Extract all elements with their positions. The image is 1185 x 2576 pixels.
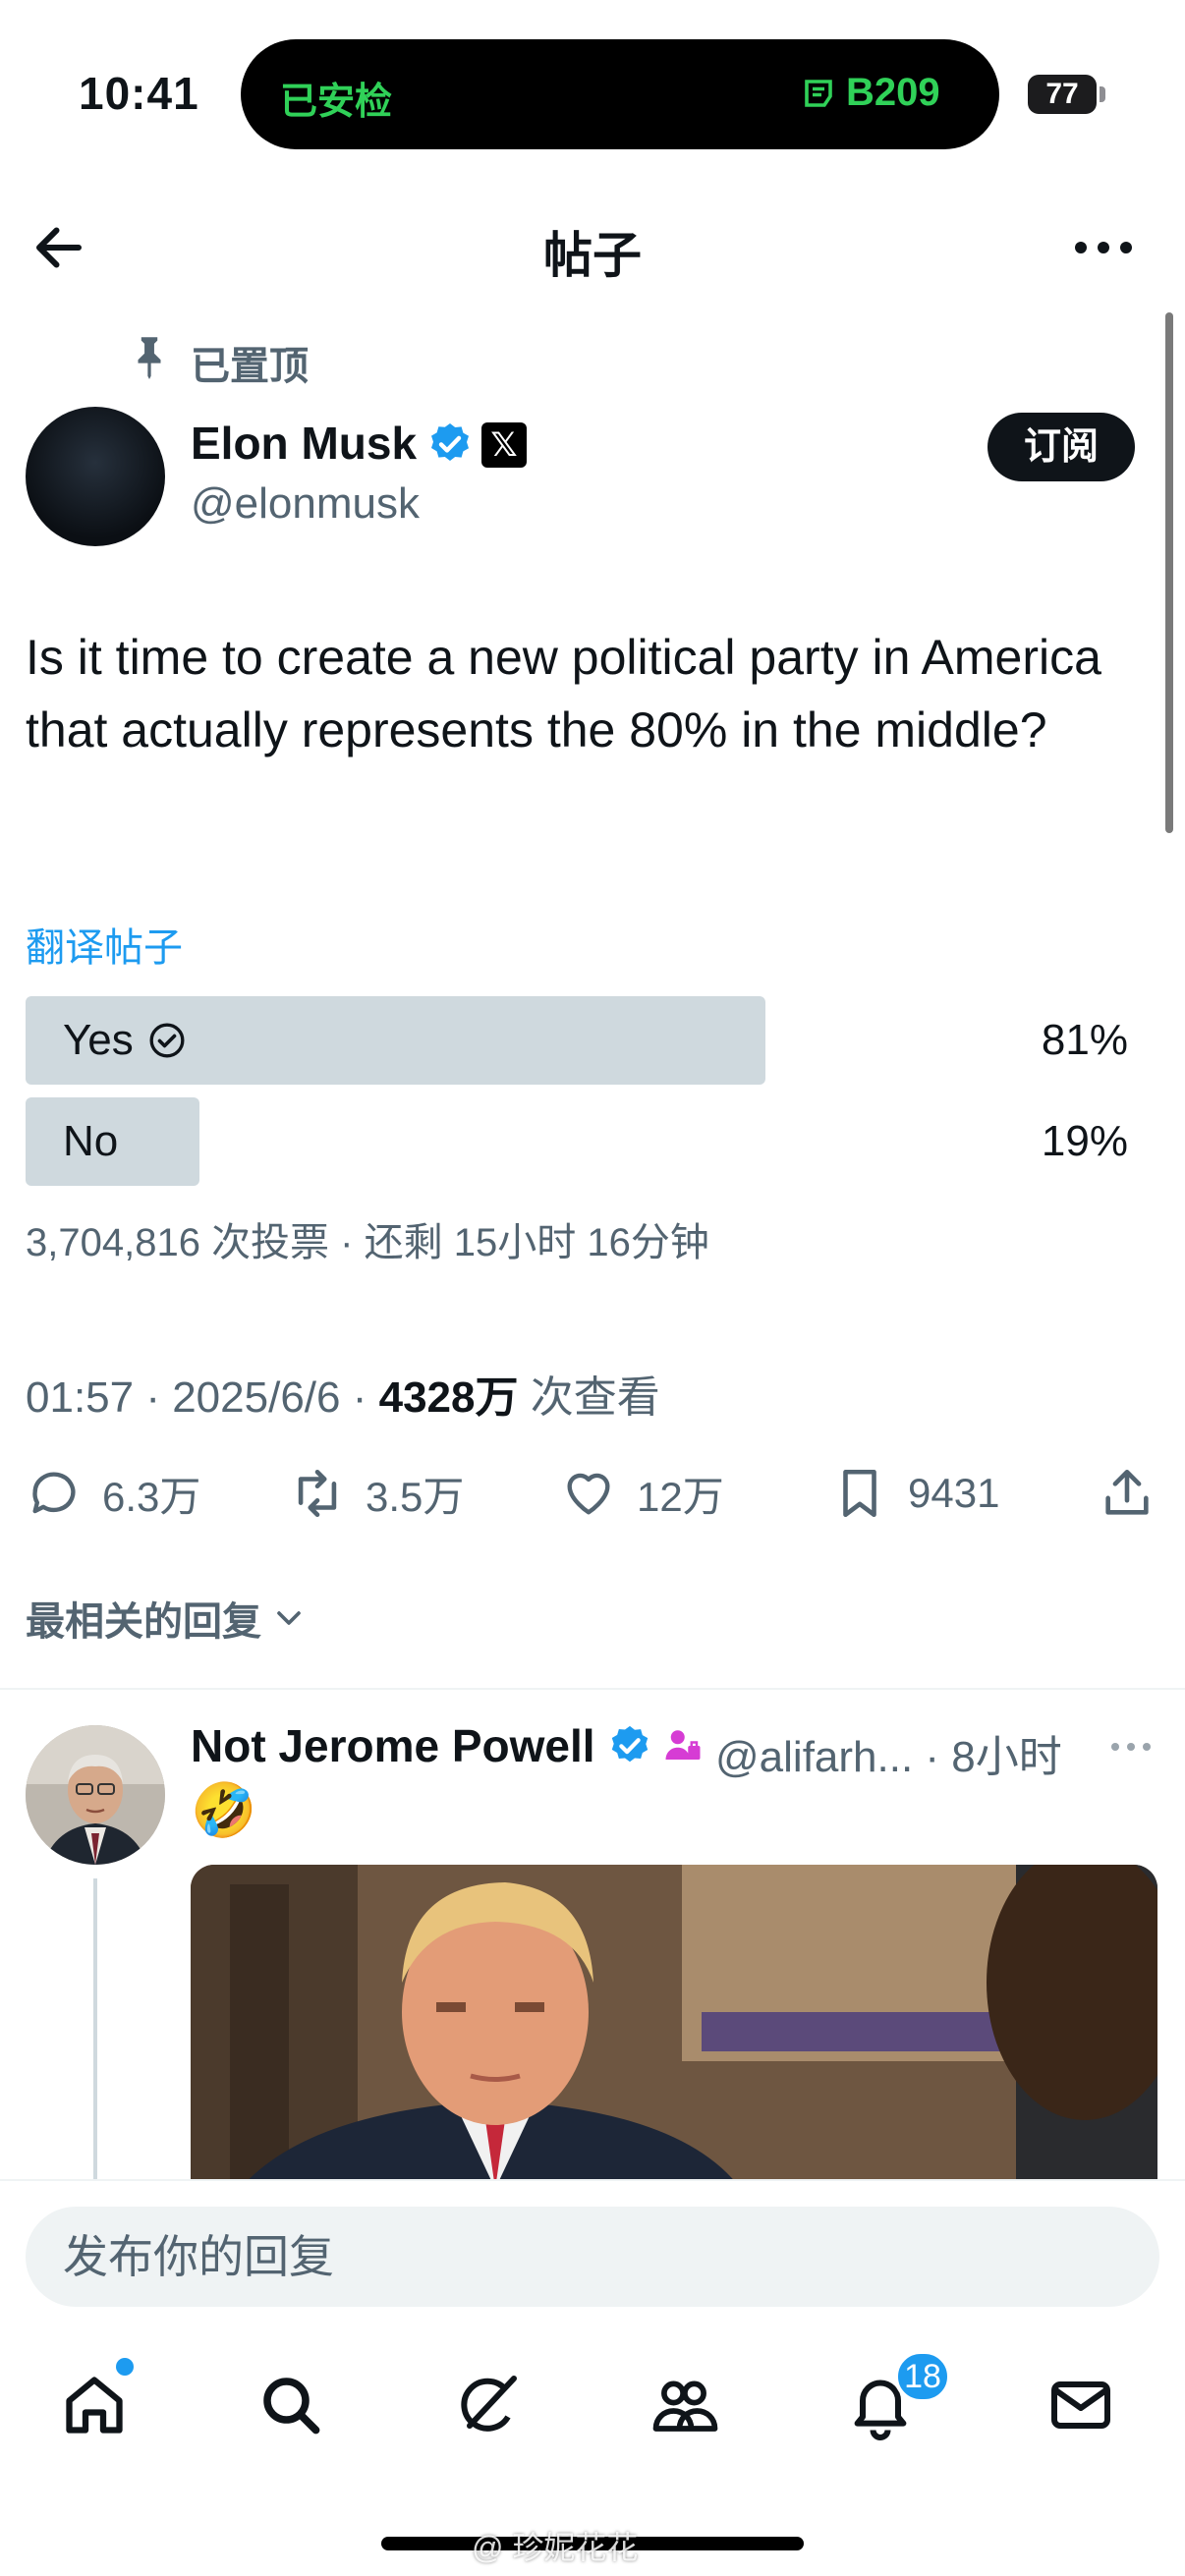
notifications-badge: 18 — [894, 2350, 951, 2403]
divider — [0, 1688, 1185, 1690]
repost-action[interactable]: 3.5万 — [289, 1464, 464, 1523]
nav-home-icon[interactable] — [59, 2370, 138, 2448]
poll-option-no[interactable]: No 19% — [26, 1097, 1159, 1186]
pinned-label: 已置顶 — [191, 345, 309, 388]
replies-sort-dropdown[interactable]: 最相关的回复 — [26, 1590, 309, 1647]
repost-count: 3.5万 — [366, 1473, 465, 1520]
poll-percent: 81% — [1041, 1016, 1128, 1064]
comment-icon — [32, 1472, 76, 1514]
reply-avatar[interactable] — [26, 1725, 165, 1865]
home-unread-dot — [116, 2358, 134, 2376]
bookmark-action[interactable]: 9431 — [831, 1464, 999, 1523]
post-text: Is it time to create a new political par… — [26, 630, 1101, 757]
poll-option-label: No — [63, 1117, 119, 1165]
scrollbar[interactable] — [1165, 312, 1173, 833]
author-handle[interactable]: @elonmusk — [191, 479, 420, 529]
composer-divider — [0, 2179, 1185, 2181]
reply-action[interactable]: 6.3万 — [26, 1464, 200, 1523]
share-action[interactable] — [1099, 1464, 1156, 1523]
nav-search-icon[interactable] — [255, 2370, 334, 2448]
boarding-icon — [805, 79, 832, 107]
more-icon[interactable] — [1071, 228, 1136, 267]
thread-line — [93, 1878, 97, 2183]
reply-author-name[interactable]: Not Jerome Powell — [191, 1719, 595, 1772]
subscribe-button[interactable]: 订阅 — [988, 413, 1135, 481]
reply-more-icon[interactable] — [1108, 1737, 1154, 1757]
nav-messages-icon[interactable] — [1045, 2370, 1124, 2448]
views-suffix: 次查看 — [518, 1373, 660, 1422]
reply-media-image[interactable] — [191, 1865, 1157, 2189]
translate-post-link[interactable]: 翻译帖子 — [26, 916, 183, 973]
nav-grok-icon[interactable] — [452, 2370, 531, 2448]
parody-account-icon — [662, 1725, 704, 1766]
battery-cap — [1100, 86, 1105, 102]
poll-option-label: Yes — [63, 1016, 134, 1064]
watermark: @ 珍妮花花 — [472, 2530, 639, 2565]
bookmark-icon — [843, 1469, 876, 1518]
like-action[interactable]: 12万 — [560, 1464, 724, 1523]
island-security-label: 已安检 — [280, 82, 393, 123]
heart-icon — [567, 1473, 610, 1515]
view-count[interactable]: 4328万 — [379, 1373, 519, 1422]
post-timestamp: 01:57 · 2025/6/6 · — [26, 1373, 379, 1422]
reply-count: 6.3万 — [102, 1473, 201, 1520]
like-count: 12万 — [637, 1473, 724, 1520]
island-gate-info: B209 — [801, 71, 940, 115]
status-time: 10:41 — [79, 68, 199, 119]
verified-badge-icon — [426, 420, 474, 468]
page-title: 帖子 — [543, 228, 642, 283]
poll-percent: 19% — [1041, 1117, 1128, 1165]
x-affiliation-badge: 𝕏 — [481, 422, 527, 468]
post-meta: 01:57 · 2025/6/6 · 4328万 次查看 — [26, 1362, 660, 1425]
author-name[interactable]: Elon Musk — [191, 417, 417, 470]
avatar[interactable] — [26, 407, 165, 546]
bookmark-count: 9431 — [908, 1470, 1000, 1516]
nav-communities-icon[interactable] — [649, 2370, 727, 2448]
reply-emoji: 🤣 — [191, 1781, 257, 1840]
pin-icon — [130, 334, 169, 379]
chevron-down-icon — [277, 1611, 301, 1625]
check-circle-icon — [149, 1023, 185, 1058]
poll-option-yes[interactable]: Yes 81% — [26, 996, 1159, 1085]
battery-indicator: 77 — [1028, 75, 1097, 114]
repost-icon — [298, 1469, 337, 1518]
island-gate-label: B209 — [846, 71, 940, 114]
reply-handle-time[interactable]: @alifarh... · 8小时 — [715, 1721, 1062, 1784]
verified-badge-icon — [607, 1723, 652, 1768]
share-icon — [1105, 1469, 1149, 1515]
poll-meta: 3,704,816 次投票 · 还剩 15小时 16分钟 — [26, 1221, 709, 1264]
replies-sort-label: 最相关的回复 — [26, 1600, 261, 1644]
reply-input[interactable] — [26, 2207, 1159, 2307]
